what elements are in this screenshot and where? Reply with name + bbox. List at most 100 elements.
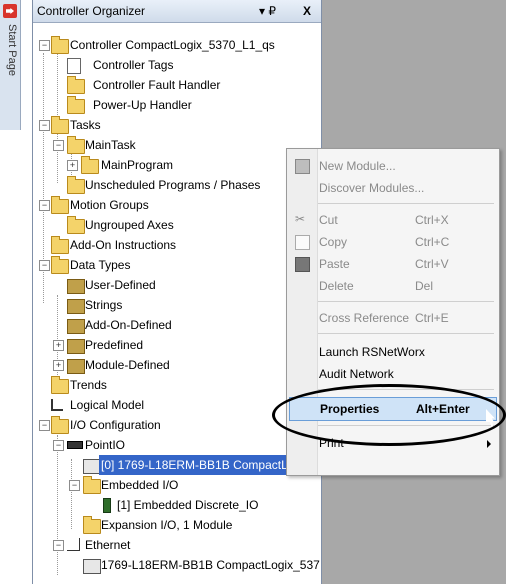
- menu-item-copy[interactable]: Copy Ctrl+C: [287, 231, 499, 253]
- folder-icon: [51, 256, 69, 274]
- datatype-icon: [67, 299, 85, 314]
- tree-label: Predefined: [85, 338, 144, 352]
- menu-label: New Module...: [319, 159, 396, 173]
- tree-item-predefined[interactable]: + Predefined: [33, 335, 321, 355]
- menu-shortcut: Ctrl+C: [415, 235, 450, 249]
- collapse-icon[interactable]: −: [39, 120, 50, 131]
- controller-organizer-panel: Controller Organizer ▾ ₽ X − Controller …: [32, 0, 322, 584]
- menu-item-launch-rsnetworx[interactable]: Launch RSNetWorx: [287, 341, 499, 363]
- tree-label: Controller CompactLogix_5370_L1_qs: [70, 38, 275, 52]
- tree-label: MainTask: [85, 138, 136, 152]
- tree-item-ungrouped-axes[interactable]: Ungrouped Axes: [33, 215, 321, 235]
- task-icon: [67, 136, 85, 154]
- tree-item-ethernet[interactable]: − Ethernet: [33, 535, 321, 555]
- menu-item-new-module[interactable]: New Module...: [287, 155, 499, 177]
- tree-label: Embedded I/O: [101, 478, 179, 492]
- folder-icon: [83, 476, 101, 494]
- tree-label: Unscheduled Programs / Phases: [85, 178, 261, 192]
- tree-item-embedded-io[interactable]: − Embedded I/O: [33, 475, 321, 495]
- close-icon[interactable]: X: [303, 0, 311, 22]
- collapse-icon[interactable]: −: [39, 260, 50, 271]
- folder-icon: [67, 96, 85, 114]
- tree-label: Controller Tags: [93, 58, 174, 72]
- collapse-icon[interactable]: −: [53, 140, 64, 151]
- tree-item-controller-module[interactable]: [0] 1769-L18ERM-BB1B CompactLog: [33, 455, 321, 475]
- backplane-icon: [67, 441, 83, 449]
- tree-item-strings[interactable]: Strings: [33, 295, 321, 315]
- tree-item-unscheduled[interactable]: Unscheduled Programs / Phases: [33, 175, 321, 195]
- tree-label: Ungrouped Axes: [85, 218, 174, 232]
- tree-label-selected: [0] 1769-L18ERM-BB1B CompactLog: [99, 455, 304, 475]
- menu-label: Paste: [319, 257, 350, 271]
- datatype-icon: [67, 359, 85, 374]
- mouse-cursor-icon: [487, 410, 494, 422]
- menu-item-properties[interactable]: Properties Alt+Enter: [289, 397, 497, 421]
- network-icon: [67, 538, 80, 551]
- pin-icon[interactable]: ▾ ₽: [259, 0, 276, 22]
- copy-icon: [295, 235, 310, 250]
- tree-item-pointio[interactable]: − PointIO: [33, 435, 321, 455]
- expand-icon[interactable]: +: [53, 360, 64, 371]
- expand-icon[interactable]: +: [53, 340, 64, 351]
- tree-item-ethernet-controller[interactable]: 1769-L18ERM-BB1B CompactLogix_537: [33, 555, 321, 575]
- collapse-icon[interactable]: −: [39, 40, 50, 51]
- collapse-icon[interactable]: −: [39, 200, 50, 211]
- tree-label: Tasks: [70, 118, 101, 132]
- tree-item-trends[interactable]: Trends: [33, 375, 321, 395]
- menu-separator: [318, 333, 494, 334]
- menu-shortcut: Alt+Enter: [416, 402, 470, 416]
- expand-icon[interactable]: +: [67, 160, 78, 171]
- collapse-icon[interactable]: −: [53, 440, 64, 451]
- tree-item-mainprogram[interactable]: + MainProgram: [33, 155, 321, 175]
- menu-item-cut[interactable]: ✂ Cut Ctrl+X: [287, 209, 499, 231]
- tree-item-maintask[interactable]: − MainTask: [33, 135, 321, 155]
- folder-icon: [51, 416, 69, 434]
- module-icon: [83, 559, 101, 574]
- submenu-arrow-icon: [487, 440, 491, 448]
- tree-label: Strings: [85, 298, 123, 312]
- menu-item-discover-modules[interactable]: Discover Modules...: [287, 177, 499, 199]
- tree-item-controller-tags[interactable]: Controller Tags: [33, 55, 321, 75]
- folder-icon: [83, 516, 101, 534]
- start-page-label: Start Page: [6, 24, 18, 76]
- tree-item-controller[interactable]: − Controller CompactLogix_5370_L1_qs: [33, 35, 321, 55]
- datatype-icon: [67, 319, 85, 334]
- datatype-icon: [67, 279, 85, 294]
- menu-item-delete[interactable]: Delete Del: [287, 275, 499, 297]
- tree-item-embedded-discrete[interactable]: [1] Embedded Discrete_IO: [33, 495, 321, 515]
- tree-item-logical-model[interactable]: Logical Model: [33, 395, 321, 415]
- tree-item-user-defined[interactable]: User-Defined: [33, 275, 321, 295]
- menu-label: Copy: [319, 235, 348, 249]
- tree-label: PointIO: [85, 438, 126, 452]
- collapse-icon[interactable]: −: [39, 420, 50, 431]
- context-menu: New Module... Discover Modules... ✂ Cut …: [286, 148, 500, 476]
- tree-label: Ethernet: [85, 538, 131, 552]
- collapse-icon[interactable]: −: [53, 540, 64, 551]
- datatype-icon: [67, 339, 85, 354]
- menu-item-print[interactable]: Print: [287, 432, 499, 454]
- collapse-icon[interactable]: −: [69, 480, 80, 491]
- menu-shortcut: Del: [415, 279, 434, 293]
- tree-item-expansion-io[interactable]: Expansion I/O, 1 Module: [33, 515, 321, 535]
- menu-item-cross-reference[interactable]: Cross Reference Ctrl+E: [287, 307, 499, 329]
- tree-item-module-defined[interactable]: + Module-Defined: [33, 355, 321, 375]
- tree-item-fault-handler[interactable]: Controller Fault Handler: [33, 75, 321, 95]
- tree-item-tasks[interactable]: − Tasks: [33, 115, 321, 135]
- tree-label: [1] Embedded Discrete_IO: [117, 498, 259, 512]
- tree-item-aoi[interactable]: Add-On Instructions: [33, 235, 321, 255]
- menu-label: Audit Network: [319, 367, 394, 381]
- tree-item-aod[interactable]: Add-On-Defined: [33, 315, 321, 335]
- tree-item-powerup-handler[interactable]: Power-Up Handler: [33, 95, 321, 115]
- start-page-tab[interactable]: Start Page: [0, 0, 21, 130]
- tree-label: Trends: [70, 378, 107, 392]
- menu-label: Properties: [320, 402, 380, 416]
- tree-item-data-types[interactable]: − Data Types: [33, 255, 321, 275]
- menu-label: Delete: [319, 279, 354, 293]
- tree-item-io-config[interactable]: − I/O Configuration: [33, 415, 321, 435]
- menu-item-audit-network[interactable]: Audit Network: [287, 363, 499, 385]
- menu-shortcut: Ctrl+X: [415, 213, 449, 227]
- menu-item-paste[interactable]: Paste Ctrl+V: [287, 253, 499, 275]
- menu-separator: [318, 301, 494, 302]
- tree-item-motion-groups[interactable]: − Motion Groups: [33, 195, 321, 215]
- folder-icon: [51, 36, 69, 54]
